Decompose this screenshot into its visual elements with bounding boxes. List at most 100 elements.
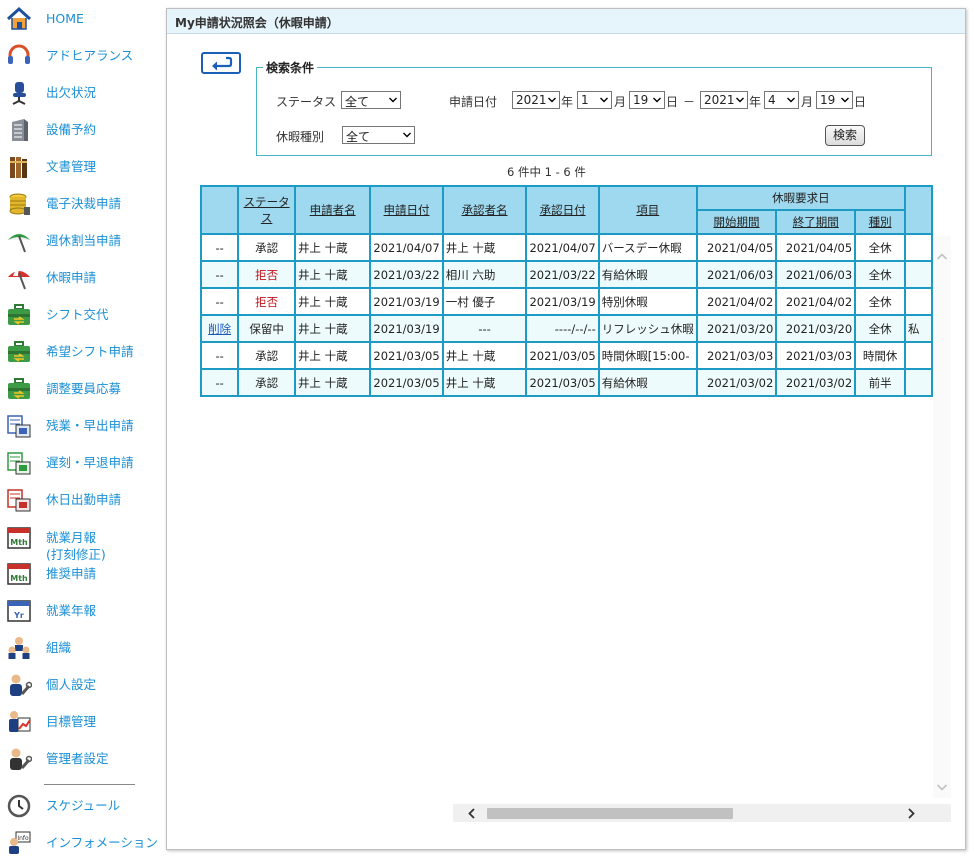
end-period-header[interactable]: 終了期間 <box>775 209 857 235</box>
coins-icon <box>5 190 32 217</box>
item-cell: バースデー休暇 <box>597 233 698 262</box>
sidebar-item[interactable]: 管理者設定 <box>0 740 160 777</box>
sidebar-item[interactable]: シフト交代 <box>0 296 160 333</box>
holiday-form-icon <box>5 486 32 513</box>
goal-chart-icon <box>5 708 32 735</box>
organization-icon <box>5 634 32 661</box>
status-header[interactable]: ステータス <box>237 185 296 235</box>
sidebar-item[interactable]: Mth 就業月報 (打刻修正) <box>0 519 160 562</box>
books-icon <box>5 153 32 180</box>
leave-type-select[interactable]: 全て <box>342 126 415 144</box>
item-header[interactable]: 項目 <box>597 185 698 235</box>
scrollbar-thumb[interactable] <box>487 808 733 819</box>
sidebar-item[interactable]: 電子決裁申請 <box>0 185 160 222</box>
status-cell: 承認 <box>237 368 296 397</box>
scroll-right-icon[interactable] <box>906 808 916 819</box>
from-month-select[interactable]: 1 <box>577 91 612 109</box>
status-cell: 承認 <box>237 233 296 262</box>
search-conditions: 検索条件 ステータス 全て 申請日付 2021 年 1 月 19 日 － 202… <box>256 59 932 156</box>
day-unit-label: 日 <box>854 95 867 109</box>
apply-date-cell: 2021/04/07 <box>369 233 444 262</box>
search-button[interactable]: 検索 <box>825 125 865 146</box>
sidebar-item[interactable]: Yr 就業年報 <box>0 592 160 629</box>
sidebar-item[interactable]: 週休割当申請 <box>0 222 160 259</box>
horizontal-scrollbar[interactable] <box>453 804 951 822</box>
sidebar-item[interactable]: Mth 推奨申請 <box>0 555 160 592</box>
status-cell: 保留中 <box>237 314 296 343</box>
scroll-left-icon[interactable] <box>467 808 477 819</box>
sidebar-item-label: 文書管理 <box>46 159 97 174</box>
umbrella-icon <box>5 227 32 254</box>
briefcase-icon <box>5 375 32 402</box>
sidebar-item[interactable]: 個人設定 <box>0 666 160 703</box>
sidebar-item[interactable]: 組織 <box>0 629 160 666</box>
from-year-select[interactable]: 2021 <box>512 91 560 109</box>
apply-date-header[interactable]: 申請日付 <box>369 185 444 235</box>
to-day-select[interactable]: 19 <box>816 91 853 109</box>
headset-icon <box>5 42 32 69</box>
sidebar-item-label: 休暇申請 <box>46 270 97 285</box>
from-day-select[interactable]: 19 <box>629 91 665 109</box>
sidebar-item[interactable]: 残業・早出申請 <box>0 407 160 444</box>
sidebar-item[interactable]: 希望シフト申請 <box>0 333 160 370</box>
vertical-scrollbar[interactable] <box>933 236 951 798</box>
sidebar-item[interactable]: 調整要員応募 <box>0 370 160 407</box>
sidebar-item-label: 週休割当申請 <box>46 233 122 248</box>
sidebar-item-label: スケジュール <box>46 798 121 813</box>
end-date-cell: 2021/03/03 <box>775 341 857 370</box>
chevron-down-icon <box>736 97 744 103</box>
approver-header[interactable]: 承認者名 <box>441 185 528 235</box>
sidebar-item[interactable]: 出欠状況 <box>0 74 160 111</box>
sidebar-item[interactable]: 休暇申請 <box>0 259 160 296</box>
svg-text:Info: Info <box>17 835 29 842</box>
sidebar-item-label: シフト交代 <box>46 307 109 322</box>
sidebar-item-label: 残業・早出申請 <box>46 418 134 433</box>
start-date-cell: 2021/03/03 <box>695 341 778 370</box>
apply-date-cell: 2021/03/05 <box>369 368 444 397</box>
sidebar-item[interactable]: Info インフォメーション <box>0 824 160 861</box>
approve-date-header[interactable]: 承認日付 <box>525 185 600 235</box>
approve-date-cell: 2021/03/22 <box>525 260 600 289</box>
action-header <box>200 185 240 235</box>
item-cell: 有給休暇 <box>597 368 698 397</box>
apply-date-cell: 2021/03/22 <box>369 260 444 289</box>
sidebar-item[interactable]: 遅刻・早退申請 <box>0 444 160 481</box>
apply-date-cell: 2021/03/19 <box>369 287 444 316</box>
scroll-down-icon[interactable] <box>936 782 948 792</box>
status-select[interactable]: 全て <box>341 91 401 109</box>
sidebar-item[interactable]: HOME <box>0 0 160 37</box>
to-month-select[interactable]: 4 <box>764 91 799 109</box>
beach-umbrella-icon <box>5 264 32 291</box>
action-cell: -- <box>200 287 240 316</box>
year-unit-label: 年 <box>561 95 574 109</box>
sidebar-item[interactable]: スケジュール <box>0 787 160 824</box>
month-calendar-icon: Mth <box>5 560 32 587</box>
end-date-cell: 2021/06/03 <box>775 260 857 289</box>
scroll-up-icon[interactable] <box>936 252 948 262</box>
sidebar-divider <box>44 784 135 785</box>
sidebar-item[interactable]: 文書管理 <box>0 148 160 185</box>
start-period-header[interactable]: 開始期間 <box>695 209 778 235</box>
approve-date-cell: ----/--/-- <box>525 314 600 343</box>
type-cell: 全休 <box>854 314 907 343</box>
chevron-down-icon <box>653 97 661 103</box>
start-date-cell: 2021/03/02 <box>695 368 778 397</box>
type-cell: 前半 <box>854 368 907 397</box>
extra-header <box>904 185 933 235</box>
year-unit-label: 年 <box>749 95 762 109</box>
sidebar-item[interactable]: アドヒアランス <box>0 37 160 74</box>
back-button[interactable] <box>201 52 241 74</box>
to-year-value: 2021 <box>704 93 735 107</box>
sidebar-item[interactable]: 設備予約 <box>0 111 160 148</box>
delete-link[interactable]: 削除 <box>200 314 240 343</box>
status-select-value: 全て <box>345 95 370 109</box>
action-cell: -- <box>200 368 240 397</box>
extra-cell <box>904 341 933 370</box>
to-year-select[interactable]: 2021 <box>700 91 748 109</box>
type-header[interactable]: 種別 <box>854 209 907 235</box>
applicant-header[interactable]: 申請者名 <box>293 185 372 235</box>
sidebar-item[interactable]: 休日出勤申請 <box>0 481 160 518</box>
approve-date-cell: 2021/03/19 <box>525 287 600 316</box>
apply-date-cell: 2021/03/05 <box>369 341 444 370</box>
sidebar-item[interactable]: 目標管理 <box>0 703 160 740</box>
